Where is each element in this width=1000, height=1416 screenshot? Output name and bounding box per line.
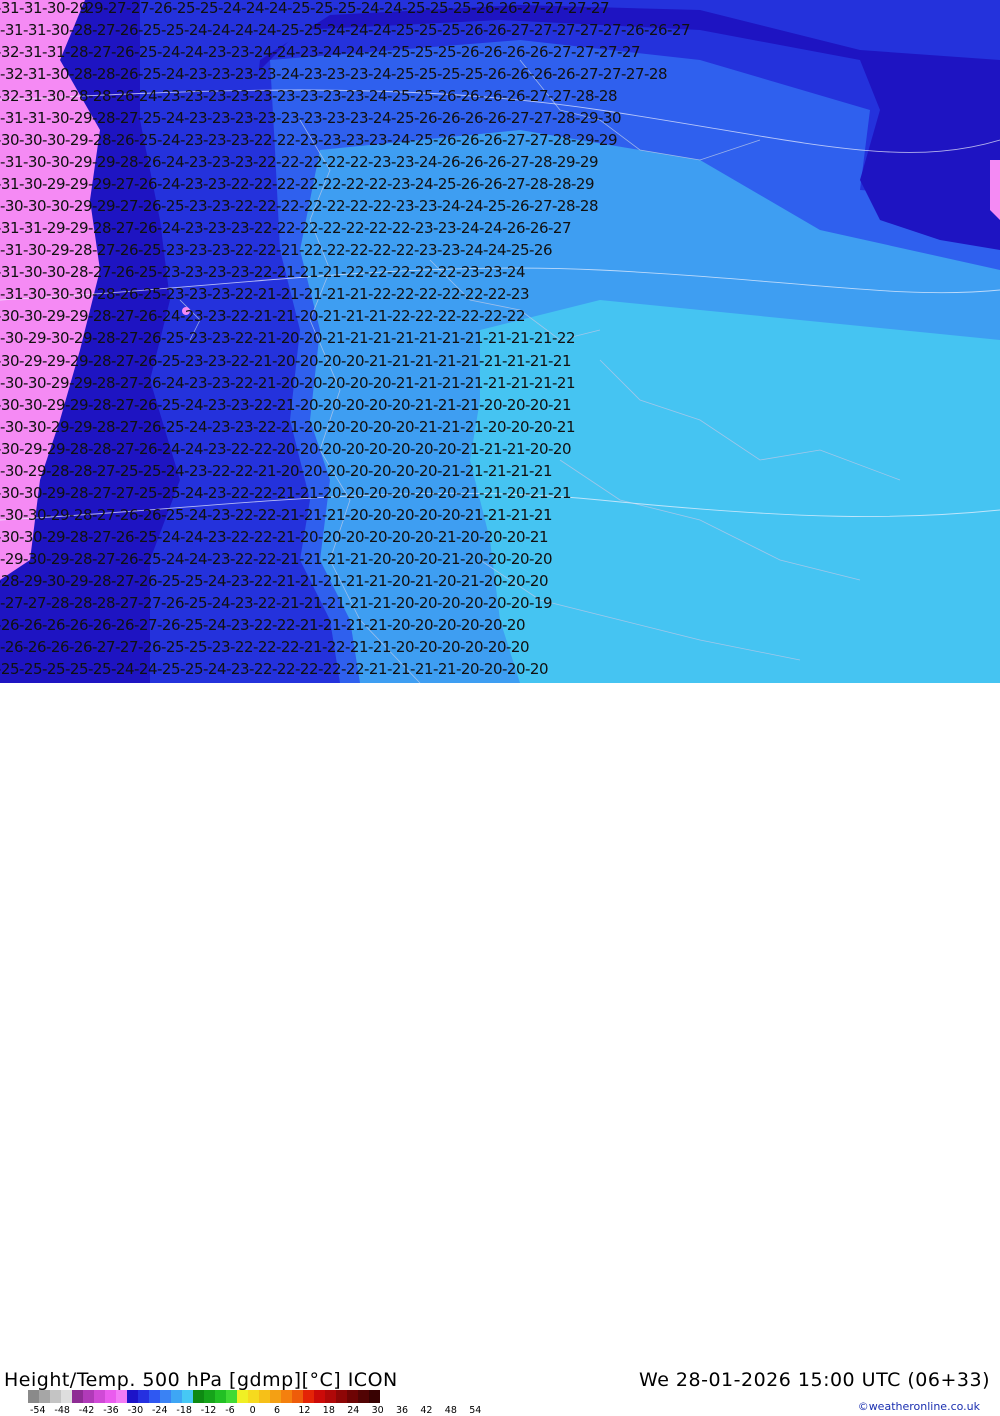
legend-tick-label: -54 <box>30 1405 46 1416</box>
isotherm-label-row: -32-31-31-28-27-26-25-24-24-23-23-24-24-… <box>0 45 640 61</box>
isotherm-label-row: -30-30-29-29-28-27-26-25-24-23-23-22-21-… <box>0 397 571 413</box>
map-footer: Height/Temp. 500 hPa [gdmp][°C] ICON We … <box>0 683 1000 1416</box>
weather-map: -31-31-30-29 -29-27-27-26-25-25-24-24-24-… <box>0 0 1000 683</box>
legend-tick-label: 36 <box>396 1405 409 1416</box>
legend-swatch <box>83 1390 94 1403</box>
isotherm-label-row: -29-27-27-26-25-25-24-24-24-25-25-25-24-… <box>80 1 609 16</box>
isotherm-label-row: -28-29-30-29-28-27-26-25-25-24-23-22-21-… <box>0 573 548 589</box>
legend-tick-label: 0 <box>249 1405 256 1416</box>
legend-swatch <box>149 1390 160 1403</box>
legend-swatch <box>61 1390 72 1403</box>
isotherm-label-row: -31-30-30-30-28-26-25-23-23-23-22-21-21-… <box>0 287 529 303</box>
isotherm-label-row: -27-27-28-28-28-27-27-26-25-24-23-22-21-… <box>0 595 552 611</box>
legend-tick-label: 6 <box>274 1405 281 1416</box>
legend-swatch <box>358 1390 369 1403</box>
isotherm-label-row: -30-30-29-29-28-27-26-24-23-23-22-21-20-… <box>0 375 575 391</box>
isotherm-label-row: -30-30-29-29-28-27-26-25-24-23-23-22-21-… <box>0 419 575 435</box>
map-title: Height/Temp. 500 hPa [gdmp][°C] ICON <box>4 1369 398 1391</box>
isotherm-label-row: -30-30-30-29-29-27-26-25-23-23-22-22-22-… <box>0 199 598 215</box>
legend-swatch <box>259 1390 270 1403</box>
legend-tick-label: 18 <box>322 1405 335 1416</box>
pink-zone-east <box>990 160 1000 220</box>
legend-swatch <box>72 1390 83 1403</box>
legend-tick-label: 30 <box>371 1405 384 1416</box>
legend-swatch <box>105 1390 116 1403</box>
isotherm-label-row: -31-31-30-29 <box>0 1 88 16</box>
legend-swatch <box>303 1390 314 1403</box>
isotherm-label-row: -31-30-29-28-27-26-25-23-23-23-22-22-21-… <box>0 243 552 259</box>
isotherm-label-row: -31-30-29-29-29-27-26-24-23-23-22-22-22-… <box>0 177 594 193</box>
legend-swatch <box>336 1390 347 1403</box>
legend-ticks: -54 -48 -42 -36 -30 -24 -18 -12 -6 0 6 12 18 24 30 36 42… <box>30 1405 481 1416</box>
legend-swatch <box>204 1390 215 1403</box>
isotherm-label-row: -26-26-26-26-26-26-27-26-25-24-23-22-22-… <box>0 617 525 633</box>
isotherm-label-row: -25-25-25-25-25-24-24-25-25-24-23-22-22-… <box>0 661 548 677</box>
isotherm-label-row: -30-30-29-28-27-27-25-25-24-23-22-22-21-… <box>0 485 571 501</box>
isotherm-label-row: -30-30-30-29-28-26-25-24-23-23-23-22-22-… <box>0 133 617 149</box>
legend-tick-label: 24 <box>347 1405 360 1416</box>
legend-tick-label: -30 <box>127 1405 144 1416</box>
isotherm-label-row: -30-30-29-28-27-26-25-24-24-23-22-22-21-… <box>0 529 548 545</box>
legend-swatch <box>237 1390 248 1403</box>
legend-swatch <box>127 1390 138 1403</box>
legend-tick-label: -42 <box>78 1405 95 1416</box>
legend-swatch <box>160 1390 171 1403</box>
legend-swatch <box>281 1390 292 1403</box>
isotherm-label-row: -30-29-29-28-28-27-26-24-24-23-22-22-20-… <box>0 441 571 457</box>
isotherm-label-row: -31-30-30-29-29-28-26-24-23-23-23-22-22-… <box>0 155 598 171</box>
legend-swatch <box>182 1390 193 1403</box>
isotherm-label-row: -31-31-30-29-28-27-25-24-23-23-23-23-23-… <box>0 111 621 127</box>
isotherm-label-row: -30-30-29-29-28-27-26-24-23-23-22-21-21-… <box>0 309 525 325</box>
legend-tick-label: -6 <box>225 1405 235 1416</box>
isotherm-label-row: -30-29-30-29-28-27-26-25-23-23-22-21-20-… <box>0 331 575 347</box>
isotherm-label-row: -30-30-29-28-27-26-26-25-24-23-22-22-21-… <box>0 507 552 523</box>
legend-tick-label: -18 <box>176 1405 192 1416</box>
isotherm-label-row: -29-30-29-28-27-26-25-24-24-23-22-22-21-… <box>0 551 552 567</box>
legend-tick-label: -24 <box>152 1405 168 1416</box>
isotherm-label-row: -32-31-30-28-28-26-25-24-23-23-23-23-24-… <box>0 67 667 83</box>
legend-tick-label: -12 <box>200 1405 217 1416</box>
isotherm-label-row: -32-31-30-28-28-26-24-23-23-23-23-23-23-… <box>0 89 617 105</box>
legend-tick-label: -36 <box>103 1405 119 1416</box>
legend-swatch <box>347 1390 358 1403</box>
legend-swatch <box>292 1390 303 1403</box>
legend-swatch <box>193 1390 204 1403</box>
isotherm-label-row: -26-26-26-26-27-27-26-25-25-23-22-22-22-… <box>0 639 529 655</box>
color-scale-legend <box>28 1390 380 1403</box>
legend-swatch <box>116 1390 127 1403</box>
legend-tick-label: -48 <box>54 1405 70 1416</box>
legend-swatch <box>270 1390 281 1403</box>
legend-swatch <box>248 1390 259 1403</box>
legend-swatch <box>314 1390 325 1403</box>
isotherm-label-row: -31-31-29-29-28-27-26-24-23-23-23-22-22-… <box>0 221 571 237</box>
isotherm-label-row: -30-29-29-29-28-27-26-25-23-23-22-21-20-… <box>0 353 571 369</box>
valid-time: We 28-01-2026 15:00 UTC (06+33) <box>639 1369 990 1391</box>
legend-swatch <box>325 1390 336 1403</box>
legend-tick-label: 54 <box>469 1405 482 1416</box>
credit-link[interactable]: ©weatheronline.co.uk <box>858 1400 980 1413</box>
legend-swatch <box>28 1390 39 1403</box>
legend-swatch <box>39 1390 50 1403</box>
isotherm-label-row: -31-31-30-28-27-26-25-25-24-24-24-24-25-… <box>0 23 690 39</box>
legend-tick-label: 48 <box>444 1405 457 1416</box>
legend-tick-label: 42 <box>420 1405 433 1416</box>
legend-swatch <box>138 1390 149 1403</box>
isotherm-label-row: -30-29-28-28-27-25-25-24-23-22-22-21-20-… <box>0 463 552 479</box>
isotherm-label-row: -31-30-30-28-27-26-25-23-23-23-23-22-21-… <box>0 265 525 281</box>
legend-swatch <box>215 1390 226 1403</box>
legend-swatch <box>369 1390 380 1403</box>
legend-swatch <box>94 1390 105 1403</box>
legend-swatch <box>171 1390 182 1403</box>
legend-swatch <box>226 1390 237 1403</box>
legend-swatch <box>50 1390 61 1403</box>
legend-tick-label: 12 <box>298 1405 311 1416</box>
